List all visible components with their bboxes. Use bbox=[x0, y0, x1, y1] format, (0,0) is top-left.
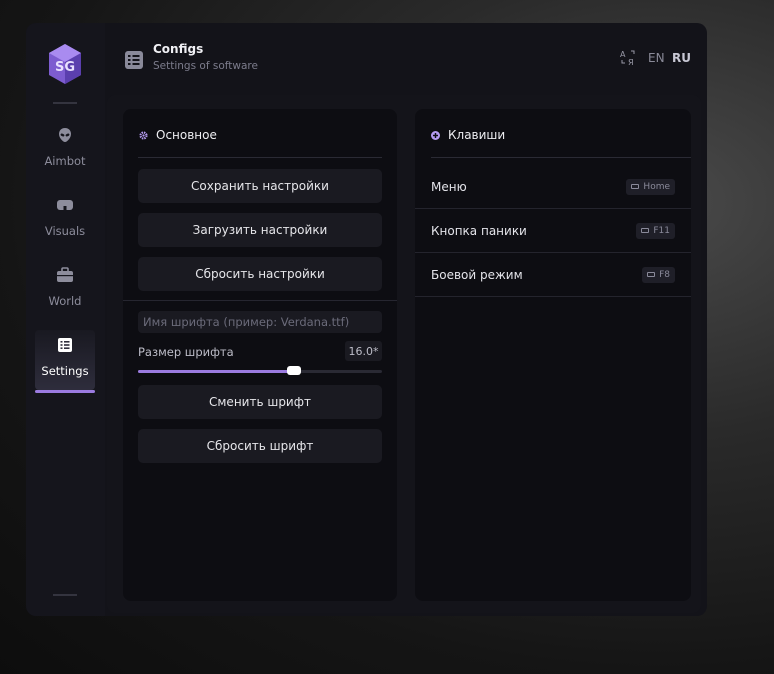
sidebar-divider-top bbox=[53, 102, 77, 104]
svg-text:A: A bbox=[620, 50, 626, 59]
slider-thumb[interactable] bbox=[287, 366, 302, 375]
keybind-key: F11 bbox=[653, 225, 670, 236]
svg-text:SG: SG bbox=[55, 60, 75, 75]
save-settings-button[interactable]: Сохранить настройки bbox=[138, 169, 382, 203]
font-size-label: Размер шрифта bbox=[138, 345, 234, 359]
divider bbox=[431, 157, 691, 158]
language-ru[interactable]: RU bbox=[672, 51, 691, 65]
divider bbox=[123, 300, 397, 301]
sidebar-item-label: World bbox=[48, 294, 82, 308]
panel-title: Основное bbox=[156, 128, 217, 142]
content-area: Основное Сохранить настройки Загрузить н… bbox=[107, 95, 701, 613]
keybind-label: Боевой режим bbox=[431, 267, 523, 282]
sidebar-item-visuals[interactable]: Visuals bbox=[35, 190, 95, 250]
panel-header: Основное bbox=[139, 128, 217, 142]
app-window: SG Aimbot Visuals World Settings Configs… bbox=[26, 23, 707, 616]
panel-header: Клавиши bbox=[431, 128, 505, 142]
font-size-value[interactable]: 16.0* bbox=[345, 341, 382, 361]
briefcase-icon bbox=[56, 266, 74, 284]
keybind-row-menu[interactable]: Меню Home bbox=[415, 165, 691, 209]
keybind-key: Home bbox=[643, 181, 670, 192]
list-icon bbox=[125, 51, 143, 69]
keybind-label: Кнопка паники bbox=[431, 223, 527, 238]
language-en[interactable]: EN bbox=[648, 51, 665, 65]
sidebar-item-settings[interactable]: Settings bbox=[35, 330, 95, 393]
font-name-input[interactable] bbox=[138, 311, 382, 333]
gear-icon bbox=[139, 130, 148, 140]
load-settings-button[interactable]: Загрузить настройки bbox=[138, 213, 382, 247]
reset-settings-button[interactable]: Сбросить настройки bbox=[138, 257, 382, 291]
main-settings-panel: Основное Сохранить настройки Загрузить н… bbox=[123, 109, 397, 601]
reset-font-button[interactable]: Сбросить шрифт bbox=[138, 429, 382, 463]
change-font-button[interactable]: Сменить шрифт bbox=[138, 385, 382, 419]
sidebar-item-label: Visuals bbox=[44, 224, 86, 238]
slider-fill bbox=[138, 370, 295, 373]
sidebar-item-world[interactable]: World bbox=[35, 260, 95, 320]
sg-logo: SG bbox=[49, 44, 81, 84]
font-size-slider[interactable] bbox=[138, 366, 382, 375]
sidebar-item-label: Settings bbox=[41, 364, 89, 378]
page-title: Configs bbox=[153, 42, 204, 56]
keybind-badge[interactable]: F8 bbox=[642, 266, 675, 283]
divider bbox=[138, 157, 382, 158]
alien-icon bbox=[56, 126, 74, 144]
sidebar-item-label: Aimbot bbox=[44, 154, 86, 168]
keybind-row-combat[interactable]: Боевой режим F8 bbox=[415, 253, 691, 297]
list-icon bbox=[56, 336, 74, 354]
keybind-row-panic[interactable]: Кнопка паники F11 bbox=[415, 209, 691, 253]
vr-goggles-icon bbox=[56, 196, 74, 214]
keybind-label: Меню bbox=[431, 179, 467, 194]
keybind-badge[interactable]: Home bbox=[626, 178, 675, 195]
sidebar-item-aimbot[interactable]: Aimbot bbox=[35, 120, 95, 180]
keyboard-icon bbox=[647, 272, 656, 277]
keybind-badge[interactable]: F11 bbox=[636, 222, 675, 239]
svg-text:Я: Я bbox=[628, 58, 634, 67]
keyboard-icon bbox=[641, 228, 650, 233]
keyboard-icon bbox=[631, 184, 640, 189]
sidebar-divider-bottom bbox=[53, 594, 77, 596]
keybind-key: F8 bbox=[659, 269, 670, 280]
panel-title: Клавиши bbox=[448, 128, 506, 142]
translate-icon[interactable]: A Я bbox=[620, 49, 638, 67]
sidebar: SG Aimbot Visuals World Settings bbox=[26, 23, 105, 616]
page-subtitle: Settings of software bbox=[153, 60, 258, 72]
plus-circle-icon bbox=[431, 130, 440, 140]
keybinds-panel: Клавиши Меню Home Кнопка паники F11 Боев… bbox=[415, 109, 691, 601]
